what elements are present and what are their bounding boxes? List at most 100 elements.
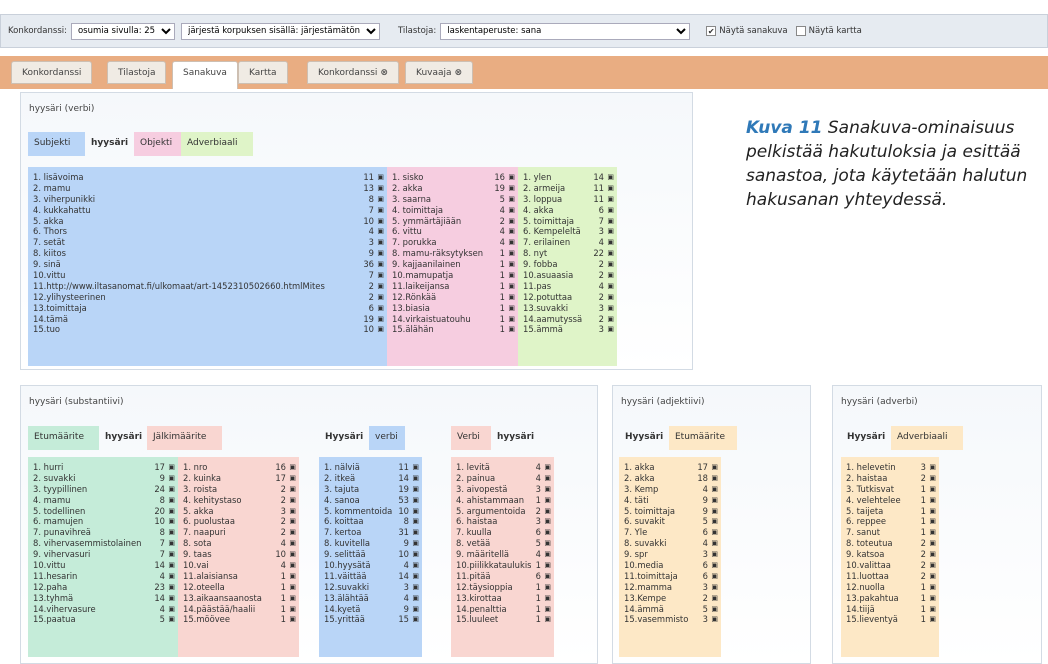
- document-icon[interactable]: ▣: [505, 303, 515, 314]
- list-item[interactable]: 10.vai 4 ▣: [183, 560, 296, 571]
- document-icon[interactable]: ▣: [165, 527, 175, 538]
- list-item[interactable]: 3. viherpunikki 8 ▣: [33, 194, 384, 205]
- document-icon[interactable]: ▣: [409, 560, 419, 571]
- document-icon[interactable]: ▣: [165, 506, 175, 517]
- stats-basis-select[interactable]: laskentaperuste: sana: [440, 22, 691, 40]
- list-item[interactable]: 3. roista 2 ▣: [183, 484, 296, 495]
- list-item[interactable]: 10.asuaasia 2 ▣: [523, 270, 614, 281]
- document-icon[interactable]: ▣: [604, 194, 614, 205]
- item-word[interactable]: 13.Kempe: [624, 593, 698, 604]
- list-item[interactable]: 7. Yle 6 ▣: [624, 527, 718, 538]
- list-item[interactable]: 15.ämmä 3 ▣: [523, 324, 614, 335]
- list-item[interactable]: 4. mamu 8 ▣: [33, 495, 175, 506]
- item-word[interactable]: 10.vittu: [33, 560, 154, 571]
- item-word[interactable]: 2. akka: [624, 473, 697, 484]
- document-icon[interactable]: ▣: [926, 593, 936, 604]
- item-word[interactable]: 5. kommentoida: [324, 506, 398, 517]
- item-word[interactable]: 8. nyt: [523, 248, 593, 259]
- list-item[interactable]: 3. loppua 11 ▣: [523, 194, 614, 205]
- list-item[interactable]: 1. helevetin 3 ▣: [846, 462, 936, 473]
- item-word[interactable]: 5. taijeta: [846, 506, 916, 517]
- document-icon[interactable]: ▣: [374, 226, 384, 237]
- item-word[interactable]: 1. lisävoima: [33, 172, 363, 183]
- list-item[interactable]: 6. reppee 1 ▣: [846, 516, 936, 527]
- item-word[interactable]: 11.pitää: [456, 571, 531, 582]
- list-item[interactable]: 1. nro 16 ▣: [183, 462, 296, 473]
- item-word[interactable]: 1. hurri: [33, 462, 154, 473]
- list-item[interactable]: 3. tajuta 19 ▣: [324, 484, 419, 495]
- item-word[interactable]: 6. puolustaa: [183, 516, 276, 527]
- item-word[interactable]: 6. Kempeleltä: [523, 226, 594, 237]
- list-item[interactable]: 12.Rönkää 1 ▣: [392, 292, 515, 303]
- document-icon[interactable]: ▣: [165, 571, 175, 582]
- document-icon[interactable]: ▣: [926, 571, 936, 582]
- list-item[interactable]: 1. nälviä 11 ▣: [324, 462, 419, 473]
- item-word[interactable]: 5. todellinen: [33, 506, 154, 517]
- document-icon[interactable]: ▣: [541, 614, 551, 625]
- item-word[interactable]: 5. akka: [33, 216, 363, 227]
- item-word[interactable]: 14.ämmä: [624, 604, 698, 615]
- list-item[interactable]: 11.pas 4 ▣: [523, 281, 614, 292]
- list-item[interactable]: 4. kehitystaso 2 ▣: [183, 495, 296, 506]
- document-icon[interactable]: ▣: [926, 516, 936, 527]
- document-icon[interactable]: ▣: [165, 495, 175, 506]
- list-item[interactable]: 10.valittaa 2 ▣: [846, 560, 936, 571]
- list-item[interactable]: 5. kommentoida 10 ▣: [324, 506, 419, 517]
- item-word[interactable]: 3. tajuta: [324, 484, 398, 495]
- item-word[interactable]: 11.toimittaja: [624, 571, 698, 582]
- document-icon[interactable]: ▣: [708, 527, 718, 538]
- list-item[interactable]: 15.älähän 1 ▣: [392, 324, 515, 335]
- item-word[interactable]: 4. täti: [624, 495, 698, 506]
- tab-concordance-2[interactable]: Konkordanssi ⊗: [307, 61, 399, 84]
- document-icon[interactable]: ▣: [374, 205, 384, 216]
- document-icon[interactable]: ▣: [926, 560, 936, 571]
- hits-per-page-select[interactable]: osumia sivulla: 25: [70, 22, 175, 40]
- document-icon[interactable]: ▣: [165, 516, 175, 527]
- document-icon[interactable]: ▣: [604, 324, 614, 335]
- list-item[interactable]: 1. hurri 17 ▣: [33, 462, 175, 473]
- item-word[interactable]: 13.toimittaja: [33, 303, 364, 314]
- item-word[interactable]: 13.suvakki: [523, 303, 594, 314]
- list-item[interactable]: 14.vihervasure 4 ▣: [33, 604, 175, 615]
- document-icon[interactable]: ▣: [409, 549, 419, 560]
- list-item[interactable]: 12.ylihysteerinen 2 ▣: [33, 292, 384, 303]
- document-icon[interactable]: ▣: [604, 237, 614, 248]
- item-word[interactable]: 4. akka: [523, 205, 594, 216]
- item-word[interactable]: 6. haistaa: [456, 516, 531, 527]
- item-word[interactable]: 1. sisko: [392, 172, 494, 183]
- list-item[interactable]: 8. mamu-räksytyksen 1 ▣: [392, 248, 515, 259]
- document-icon[interactable]: ▣: [286, 604, 296, 615]
- item-word[interactable]: 11.alaisiansa: [183, 571, 276, 582]
- list-item[interactable]: 4. toimittaja 4 ▣: [392, 205, 515, 216]
- document-icon[interactable]: ▣: [286, 527, 296, 538]
- document-icon[interactable]: ▣: [505, 216, 515, 227]
- document-icon[interactable]: ▣: [286, 484, 296, 495]
- item-word[interactable]: 15.luuleet: [456, 614, 531, 625]
- document-icon[interactable]: ▣: [541, 604, 551, 615]
- list-item[interactable]: 14.ämmä 5 ▣: [624, 604, 718, 615]
- list-item[interactable]: 14.penalttia 1 ▣: [456, 604, 551, 615]
- item-word[interactable]: 10.vai: [183, 560, 276, 571]
- item-word[interactable]: 14.tämä: [33, 314, 363, 325]
- list-item[interactable]: 9. sinä 36 ▣: [33, 259, 384, 270]
- item-word[interactable]: 4. kehitystaso: [183, 495, 276, 506]
- document-icon[interactable]: ▣: [165, 582, 175, 593]
- list-item[interactable]: 5. toimittaja 9 ▣: [624, 506, 718, 517]
- list-item[interactable]: 14.virkaistuatouhu 1 ▣: [392, 314, 515, 325]
- item-word[interactable]: 10.vittu: [33, 270, 364, 281]
- document-icon[interactable]: ▣: [409, 604, 419, 615]
- list-item[interactable]: 6. suvakit 5 ▣: [624, 516, 718, 527]
- list-item[interactable]: 2. akka 18 ▣: [624, 473, 718, 484]
- item-word[interactable]: 2. painua: [456, 473, 531, 484]
- list-item[interactable]: 12.oteella 1 ▣: [183, 582, 296, 593]
- item-word[interactable]: 4. mamu: [33, 495, 155, 506]
- item-word[interactable]: 3. viherpunikki: [33, 194, 364, 205]
- item-word[interactable]: 9. selittää: [324, 549, 398, 560]
- list-item[interactable]: 5. akka 10 ▣: [33, 216, 384, 227]
- document-icon[interactable]: ▣: [926, 506, 936, 517]
- item-word[interactable]: 12.Rönkää: [392, 292, 495, 303]
- document-icon[interactable]: ▣: [165, 593, 175, 604]
- document-icon[interactable]: ▣: [409, 516, 419, 527]
- list-item[interactable]: 8. kiitos 9 ▣: [33, 248, 384, 259]
- item-word[interactable]: 3. loppua: [523, 194, 593, 205]
